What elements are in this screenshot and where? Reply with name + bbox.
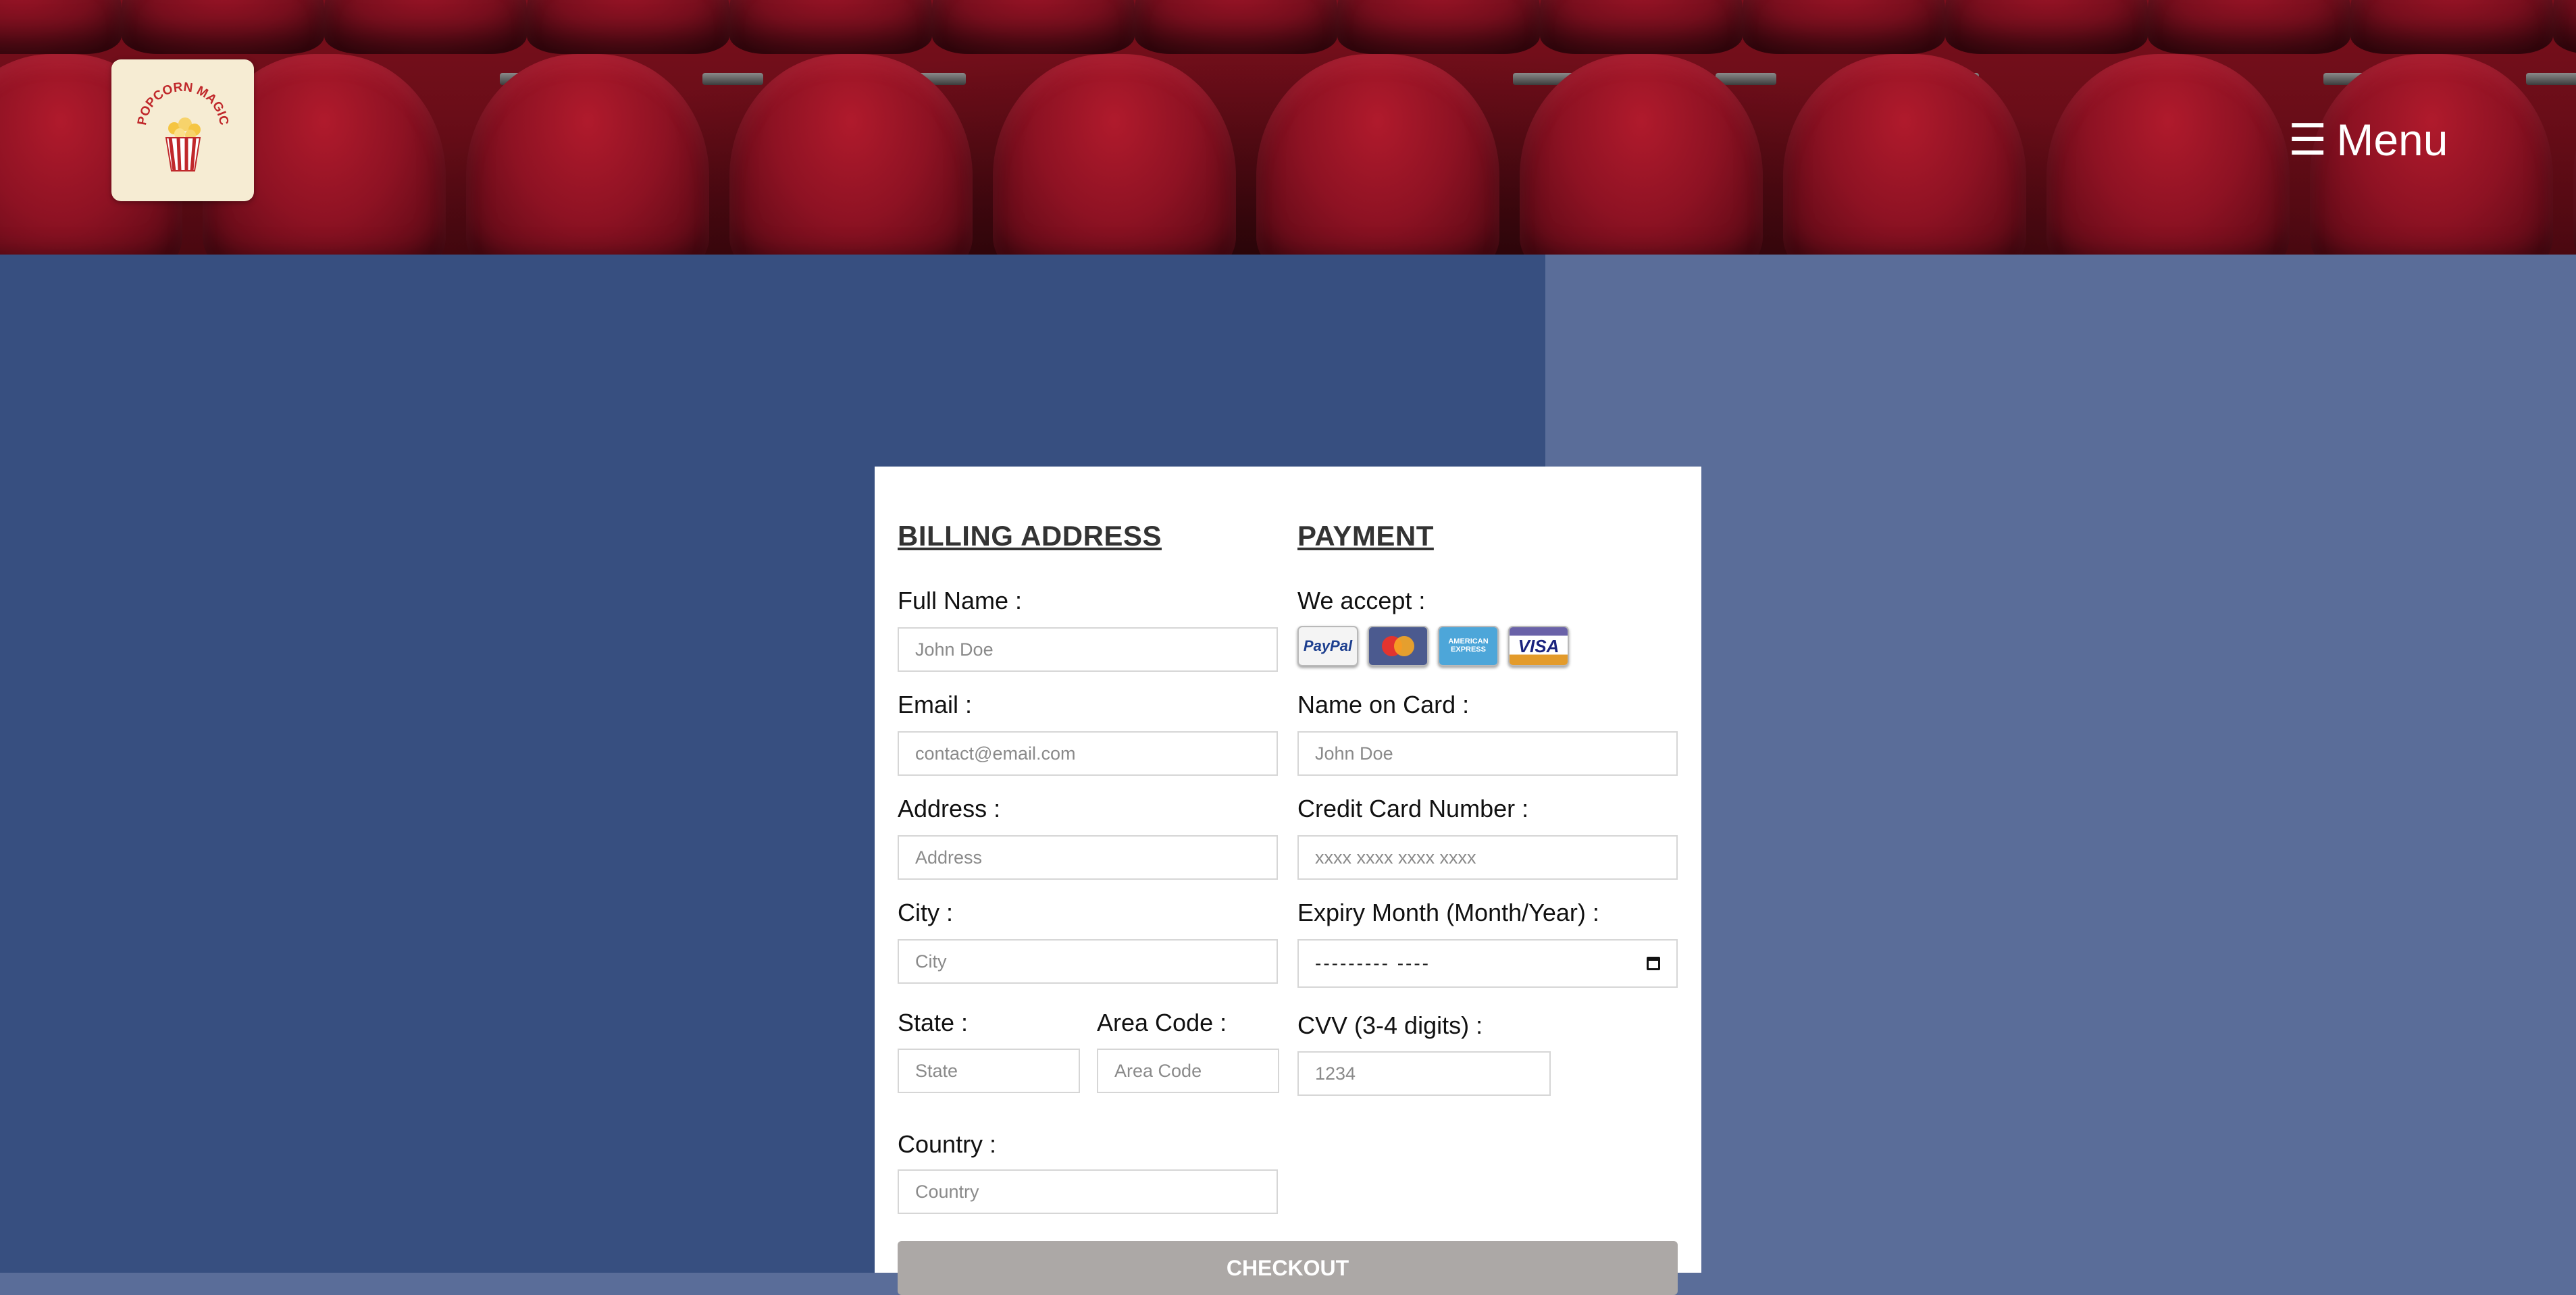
full-name-label: Full Name : bbox=[898, 587, 1023, 614]
visa-icon: VISA bbox=[1508, 626, 1569, 666]
name-on-card-input[interactable] bbox=[1297, 731, 1678, 776]
email-input[interactable] bbox=[898, 731, 1278, 776]
mastercard-icon bbox=[1368, 626, 1428, 666]
seat bbox=[2148, 0, 2350, 54]
amex-icon: AMERICAN EXPRESS bbox=[1438, 626, 1499, 666]
name-on-card-label: Name on Card : bbox=[1297, 691, 1470, 718]
payment-title: PAYMENT bbox=[1297, 520, 1434, 552]
seat bbox=[2046, 54, 2290, 255]
area-code-input[interactable] bbox=[1097, 1049, 1279, 1093]
seat bbox=[527, 0, 729, 54]
checkout-form: BILLING ADDRESS Full Name : Email : Addr… bbox=[875, 467, 1701, 1295]
seat bbox=[122, 0, 324, 54]
checkout-button[interactable]: CHECKOUT bbox=[898, 1241, 1678, 1295]
state-input[interactable] bbox=[898, 1049, 1080, 1093]
seat bbox=[729, 0, 932, 54]
calendar-icon[interactable] bbox=[1647, 957, 1660, 970]
paypal-icon: PayPal bbox=[1297, 626, 1358, 666]
expiry-label: Expiry Month (Month/Year) : bbox=[1297, 899, 1599, 926]
cvv-label: CVV (3-4 digits) : bbox=[1297, 1011, 1483, 1039]
address-label: Address : bbox=[898, 795, 1001, 822]
seat bbox=[1256, 54, 1499, 255]
seat bbox=[993, 54, 1236, 255]
cvv-input[interactable] bbox=[1297, 1051, 1551, 1096]
card-number-label: Credit Card Number : bbox=[1297, 795, 1529, 822]
popcorn-icon: POPCORN MAGIC bbox=[135, 80, 231, 171]
billing-title: BILLING ADDRESS bbox=[898, 520, 1162, 552]
seat bbox=[1135, 0, 1337, 54]
popcorn-logo[interactable]: POPCORN MAGIC bbox=[111, 59, 254, 201]
full-name-input[interactable] bbox=[898, 627, 1278, 672]
seat bbox=[932, 0, 1135, 54]
seat bbox=[1783, 54, 2026, 255]
email-label: Email : bbox=[898, 691, 973, 718]
card-number-input[interactable] bbox=[1297, 835, 1678, 880]
seat bbox=[0, 0, 122, 54]
accepted-cards: PayPal AMERICAN EXPRESS VISA bbox=[1297, 626, 1569, 666]
armrest bbox=[2526, 73, 2576, 85]
seat bbox=[1337, 0, 1540, 54]
menu-button[interactable]: ☰ Menu bbox=[2288, 111, 2448, 169]
state-label: State : bbox=[898, 1009, 969, 1036]
city-input[interactable] bbox=[898, 939, 1278, 984]
seat bbox=[2553, 0, 2576, 54]
country-input[interactable] bbox=[898, 1169, 1278, 1214]
seat bbox=[1743, 0, 1945, 54]
hamburger-icon: ☰ bbox=[2288, 115, 2327, 164]
seat bbox=[324, 0, 527, 54]
seat bbox=[1540, 0, 1743, 54]
seat bbox=[1945, 0, 2148, 54]
country-label: Country : bbox=[898, 1130, 997, 1158]
we-accept-label: We accept : bbox=[1297, 587, 1426, 614]
header-banner: POPCORN MAGIC ☰ Menu bbox=[0, 0, 2576, 255]
seat bbox=[2350, 0, 2553, 54]
expiry-month-input[interactable]: --------- ---- bbox=[1297, 939, 1678, 988]
city-label: City : bbox=[898, 899, 954, 926]
armrest bbox=[1716, 73, 1776, 85]
address-input[interactable] bbox=[898, 835, 1278, 880]
menu-label: Menu bbox=[2336, 115, 2448, 165]
area-code-label: Area Code : bbox=[1097, 1009, 1227, 1036]
armrest bbox=[702, 73, 763, 85]
expiry-value: --------- ---- bbox=[1315, 953, 1431, 974]
